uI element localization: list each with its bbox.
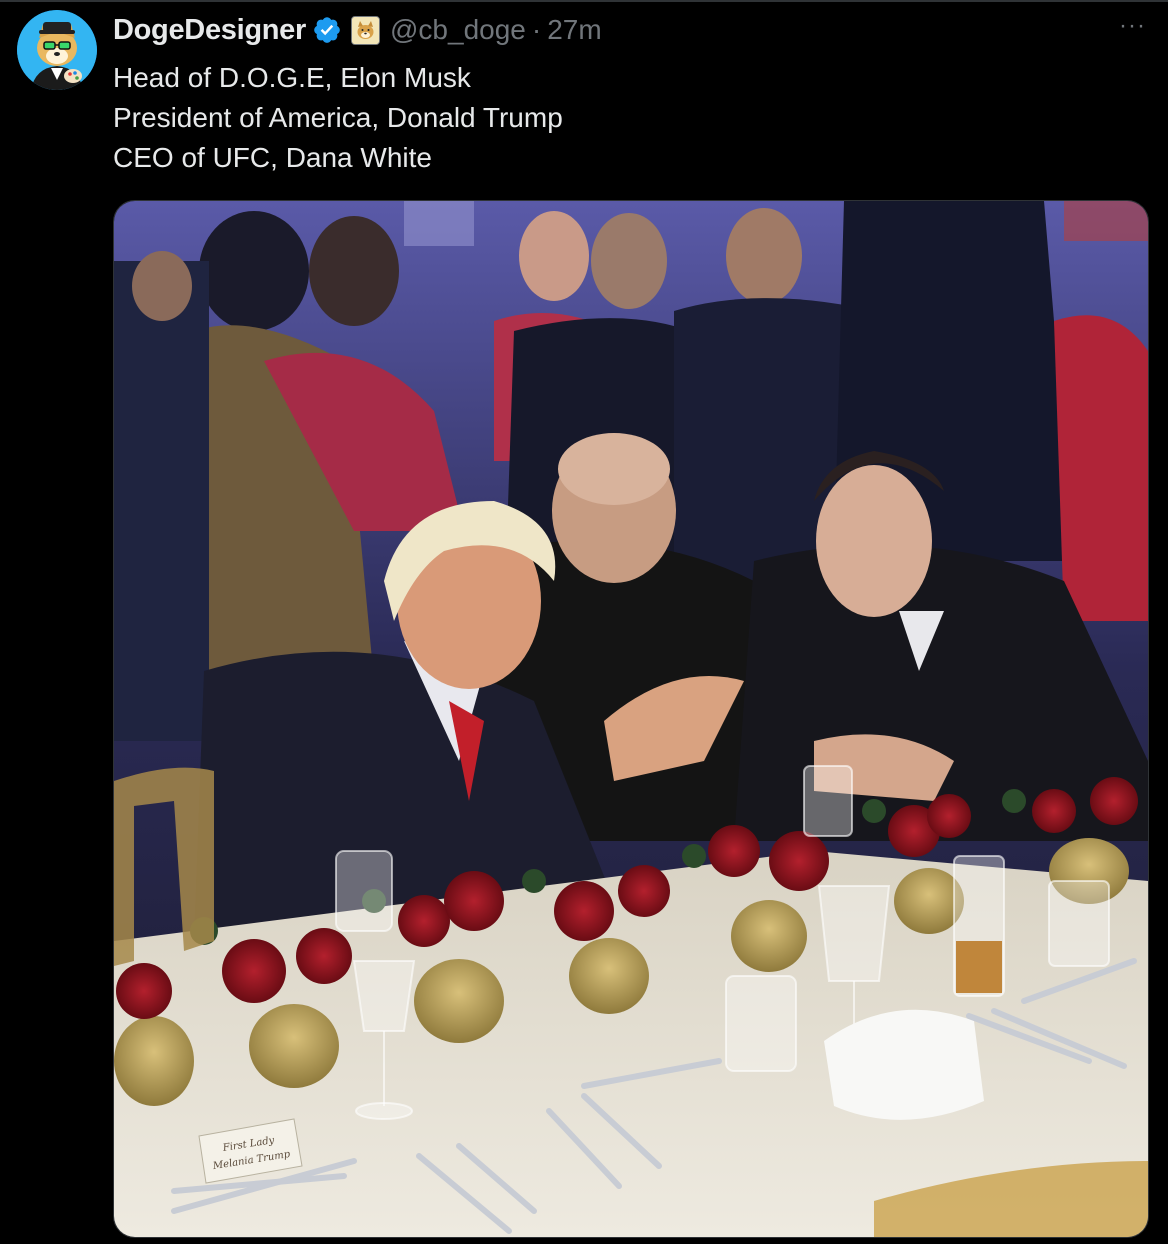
- separator-dot: ·: [531, 14, 542, 45]
- tweet-line-2: President of America, Donald Trump: [113, 102, 563, 133]
- tweet: DogeDesigner @cb_doge · 27m ··· Head of …: [0, 0, 1168, 1244]
- tweet-line-3: CEO of UFC, Dana White: [113, 142, 432, 173]
- tweet-photo[interactable]: First Lady Melania Trump: [113, 200, 1149, 1238]
- tweet-text: Head of D.O.G.E, Elon Musk President of …: [113, 58, 563, 178]
- display-name[interactable]: DogeDesigner: [113, 14, 306, 47]
- tweet-header: DogeDesigner @cb_doge · 27m: [113, 12, 602, 48]
- tweet-line-1: Head of D.O.G.E, Elon Musk: [113, 62, 471, 93]
- verified-badge-icon: [312, 15, 342, 45]
- doge-avatar[interactable]: [17, 10, 97, 90]
- more-options-icon[interactable]: ···: [1119, 12, 1146, 40]
- user-handle[interactable]: @cb_doge: [390, 14, 526, 46]
- doge-affiliate-badge-icon[interactable]: [351, 15, 380, 45]
- timestamp[interactable]: 27m: [547, 14, 601, 46]
